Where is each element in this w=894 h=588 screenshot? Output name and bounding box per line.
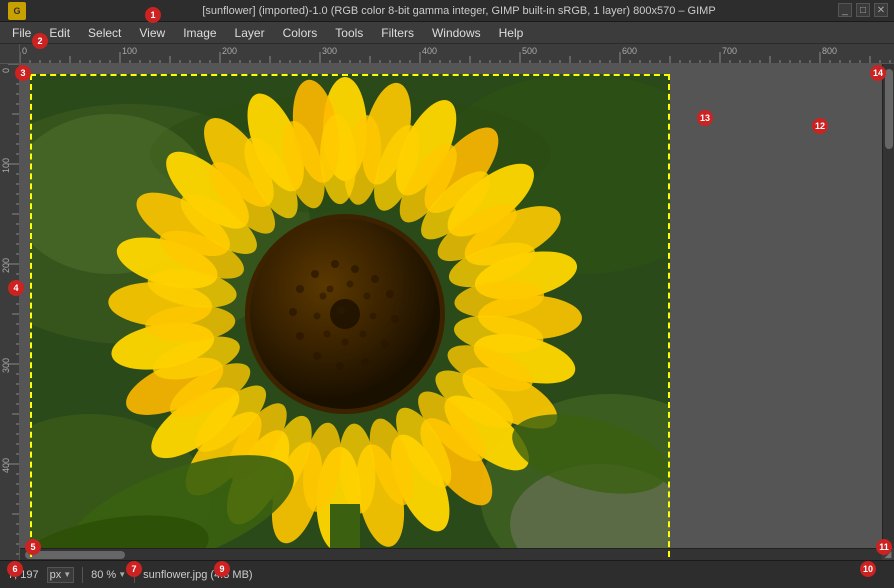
menu-select[interactable]: Select — [80, 24, 129, 42]
maximize-button[interactable]: □ — [856, 3, 870, 17]
svg-text:600: 600 — [622, 46, 637, 56]
ruler-horizontal: 0 100 200 300 400 500 600 700 800 — [20, 44, 894, 64]
zoom-control[interactable]: 80 % ▼ — [91, 569, 126, 581]
scrollbar-v-thumb[interactable] — [885, 69, 893, 149]
menubar: File Edit Select View Image Layer Colors… — [0, 22, 894, 44]
svg-text:700: 700 — [722, 46, 737, 56]
filename-display: sunflower.jpg (4.3 MB) — [143, 569, 252, 581]
titlebar: G [sunflower] (imported)-1.0 (RGB color … — [0, 0, 894, 22]
scrollbar-horizontal[interactable] — [20, 548, 882, 560]
svg-text:500: 500 — [522, 46, 537, 56]
menu-filters[interactable]: Filters — [373, 24, 422, 42]
menu-colors[interactable]: Colors — [275, 24, 326, 42]
svg-text:100: 100 — [122, 46, 137, 56]
menu-layer[interactable]: Layer — [227, 24, 273, 42]
svg-text:0: 0 — [1, 68, 11, 73]
svg-text:0: 0 — [22, 46, 27, 56]
ruler-vertical: 0 100 200 300 400 — [0, 64, 20, 560]
svg-text:300: 300 — [322, 46, 337, 56]
menu-edit[interactable]: Edit — [41, 24, 78, 42]
ruler-corner — [0, 44, 20, 64]
svg-text:400: 400 — [1, 458, 11, 473]
zoom-dropdown-icon: ▼ — [118, 570, 126, 579]
scrollbar-h-thumb[interactable] — [25, 551, 125, 559]
menu-view[interactable]: View — [131, 24, 173, 42]
statusbar: 7, 197 px ▼ 80 % ▼ sunflower.jpg (4.3 MB… — [0, 560, 894, 588]
image-content — [30, 74, 670, 560]
image-svg — [30, 74, 670, 560]
svg-text:800: 800 — [822, 46, 837, 56]
coordinates-display: 7, 197 — [8, 569, 39, 581]
svg-text:400: 400 — [422, 46, 437, 56]
canvas-area[interactable] — [20, 64, 894, 560]
status-divider-1 — [82, 567, 83, 583]
close-button[interactable]: ✕ — [874, 3, 888, 17]
unit-selector[interactable]: px ▼ — [47, 567, 75, 583]
svg-text:100: 100 — [1, 158, 11, 173]
window-title: [sunflower] (imported)-1.0 (RGB color 8-… — [32, 5, 886, 17]
zoom-value: 80 % — [91, 569, 116, 581]
unit-dropdown-icon: ▼ — [63, 570, 71, 579]
image-canvas[interactable] — [30, 74, 670, 560]
minimize-button[interactable]: _ — [838, 3, 852, 17]
svg-text:300: 300 — [1, 358, 11, 373]
window-controls[interactable]: _ □ ✕ — [838, 3, 888, 17]
svg-text:200: 200 — [1, 258, 11, 273]
scrollbar-vertical[interactable] — [882, 64, 894, 548]
svg-text:200: 200 — [222, 46, 237, 56]
menu-image[interactable]: Image — [175, 24, 224, 42]
status-divider-2 — [134, 567, 135, 583]
resize-handle[interactable]: ◢ — [882, 548, 894, 560]
menu-tools[interactable]: Tools — [327, 24, 371, 42]
menu-file[interactable]: File — [4, 24, 39, 42]
app-icon: G — [8, 2, 26, 20]
menu-help[interactable]: Help — [491, 24, 532, 42]
menu-windows[interactable]: Windows — [424, 24, 489, 42]
